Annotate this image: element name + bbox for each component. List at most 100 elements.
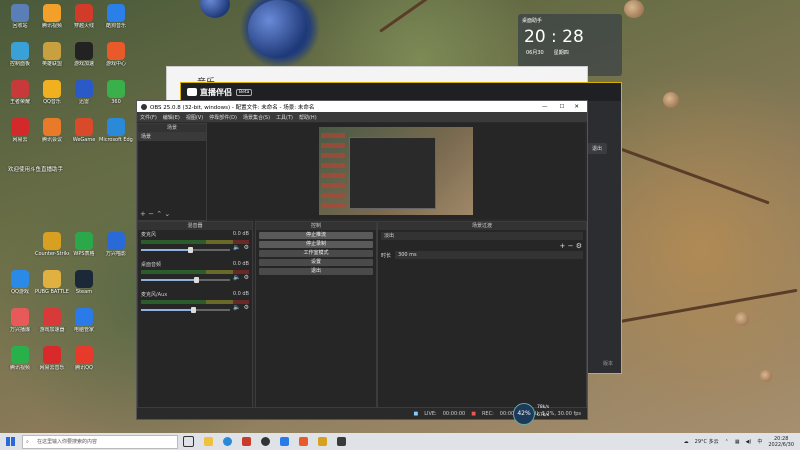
transitions-panel: 场景过渡 淡出 + − ⚙ 时长 300 ms — [377, 221, 587, 409]
desktop-icon[interactable]: Steam — [67, 270, 101, 295]
app-icon — [75, 270, 93, 288]
ime-icon[interactable]: 中 — [757, 438, 762, 445]
scene-item[interactable]: 场景 — [138, 132, 206, 141]
app-icon — [11, 118, 29, 136]
gear-icon[interactable]: ⚙ — [244, 274, 249, 281]
menu-view[interactable]: 视图(V) — [186, 114, 203, 121]
desktop-icon[interactable]: WPS表格 — [67, 232, 101, 257]
gear-icon[interactable]: ⚙ — [576, 242, 582, 250]
desktop-icon[interactable]: 腾讯QQ — [67, 346, 101, 371]
tray-chevron-icon[interactable]: ⌃ — [725, 439, 729, 445]
desktop-icon[interactable]: PUBG BATTLEG... — [35, 270, 69, 295]
remove-transition-icon[interactable]: − — [568, 242, 574, 250]
app-icon[interactable] — [318, 437, 327, 446]
obs-logo-icon — [141, 103, 147, 110]
duration-input[interactable]: 300 ms — [395, 251, 583, 259]
volume-icon[interactable]: ◀) — [746, 439, 752, 445]
desktop-icon[interactable]: 游戏加速 — [67, 42, 101, 67]
desktop-icon[interactable]: 穿越火线 — [67, 4, 101, 29]
desktop-icon[interactable]: 腾讯会议 — [35, 118, 69, 143]
desktop-icon[interactable]: Microsoft Edge — [99, 118, 133, 143]
menu-scene-collection[interactable]: 场景集合(S) — [243, 114, 270, 121]
stop-streaming-button[interactable]: 停止推流 — [259, 232, 373, 239]
app-icon[interactable] — [337, 437, 346, 446]
maximize-button[interactable]: ☐ — [559, 104, 564, 110]
wallpaper-seed — [760, 370, 772, 382]
studio-mode-button[interactable]: 工作室模式 — [259, 250, 373, 257]
app-icon[interactable] — [280, 437, 289, 446]
desktop-icon[interactable]: 网易云音乐 — [35, 346, 69, 371]
task-view-icon[interactable] — [183, 436, 194, 447]
preview-area[interactable] — [207, 123, 585, 219]
volume-knob[interactable] — [194, 276, 200, 283]
gear-icon[interactable]: ⚙ — [244, 304, 249, 311]
obs-icon[interactable] — [261, 437, 270, 446]
transition-select[interactable]: 淡出 — [381, 232, 583, 240]
mixer-list: 麦克风 0.0 dB 🔈 ⚙ 桌面音频 0.0 dB 🔈 ⚙ 麦克风/Aux 0.0 dB 🔈 ⚙ — [138, 230, 252, 320]
desktop-icon[interactable]: 游戏加速器 — [35, 308, 69, 333]
file-explorer-icon[interactable] — [204, 437, 213, 446]
desktop-icon[interactable]: Counter-Strike Global — [35, 232, 69, 257]
desktop-icon[interactable]: WeGame — [67, 118, 101, 143]
desktop-icon[interactable]: 王者荣耀 — [3, 80, 37, 105]
desktop-icon[interactable]: 回收站 — [3, 4, 37, 29]
desktop-icon[interactable]: 英雄联盟 — [35, 42, 69, 67]
move-up-icon[interactable]: ⌃ — [156, 210, 162, 218]
desktop-icon[interactable]: 游戏中心 — [99, 42, 133, 67]
remove-scene-icon[interactable]: − — [148, 210, 154, 218]
desktop-icon-label: WPS表格 — [73, 251, 95, 257]
volume-slider[interactable] — [141, 246, 231, 253]
settings-button[interactable]: 设置 — [259, 259, 373, 266]
speaker-icon[interactable]: 🔈 — [233, 304, 240, 311]
app-icon — [75, 80, 93, 98]
app-icon — [107, 42, 125, 60]
menu-tools[interactable]: 工具(T) — [276, 114, 293, 121]
edge-icon[interactable] — [223, 437, 232, 446]
desktop-icon[interactable]: 电脑管家 — [67, 308, 101, 333]
desktop-icon[interactable]: 酷狗音乐 — [99, 4, 133, 29]
start-icon[interactable] — [6, 437, 15, 446]
desktop-icon[interactable]: 万兴喵影 — [99, 232, 133, 257]
close-button[interactable]: ✕ — [574, 104, 579, 110]
app-icon — [11, 346, 29, 364]
move-down-icon[interactable]: ⌄ — [164, 210, 170, 218]
speaker-icon[interactable]: 🔈 — [233, 274, 240, 281]
menu-docks[interactable]: 停靠部件(D) — [209, 114, 237, 121]
minimize-button[interactable]: — — [542, 104, 548, 110]
desktop-icon[interactable]: 360 — [99, 80, 133, 105]
stop-recording-button[interactable]: 停止录制 — [259, 241, 373, 248]
volume-knob[interactable] — [190, 306, 196, 313]
exit-obs-button[interactable]: 退出 — [259, 268, 373, 275]
app-icon — [43, 42, 61, 60]
desktop-icon[interactable]: 腾讯视频 — [35, 4, 69, 29]
speaker-icon[interactable]: 🔈 — [233, 244, 240, 251]
desktop-icon[interactable]: 万兴播爆 — [3, 308, 37, 333]
volume-knob[interactable] — [188, 246, 194, 253]
network-icon[interactable]: ▦ — [735, 439, 740, 445]
gear-icon[interactable]: ⚙ — [244, 244, 249, 251]
preview-canvas — [319, 127, 473, 215]
app-icon[interactable] — [242, 437, 251, 446]
exit-button[interactable]: 退出 — [586, 143, 607, 154]
network-overlay[interactable]: 42% 78k/s 67k/s — [513, 403, 561, 425]
desktop-icon-label: 控制面板 — [9, 61, 30, 67]
add-transition-icon[interactable]: + — [560, 242, 566, 250]
add-scene-icon[interactable]: + — [140, 210, 146, 218]
desktop-icon-label: QQ游戏 — [11, 289, 29, 295]
desktop-icon[interactable]: 网易云 — [3, 118, 37, 143]
desktop-icon[interactable]: QQ音乐 — [35, 80, 69, 105]
volume-slider[interactable] — [141, 276, 231, 283]
app-icon[interactable] — [299, 437, 308, 446]
search-input[interactable]: ⌕ 在这里输入你要搜索的内容 — [22, 434, 178, 449]
desktop-icon[interactable]: 迅雷 — [67, 80, 101, 105]
desktop-icon[interactable]: 腾讯视频 — [3, 346, 37, 371]
volume-slider[interactable] — [141, 306, 231, 313]
desktop-icon[interactable]: 控制面板 — [3, 42, 37, 67]
desktop-icon[interactable]: QQ游戏 — [3, 270, 37, 295]
volume-fill — [141, 248, 191, 251]
duration-label: 时长 — [381, 252, 392, 259]
obs-window[interactable]: OBS 25.0.8 (32-bit, windows) - 配置文件: 未命名… — [136, 100, 588, 425]
menu-edit[interactable]: 编辑(E) — [163, 114, 180, 121]
menu-file[interactable]: 文件(F) — [140, 114, 157, 121]
menu-help[interactable]: 帮助(H) — [299, 114, 317, 121]
